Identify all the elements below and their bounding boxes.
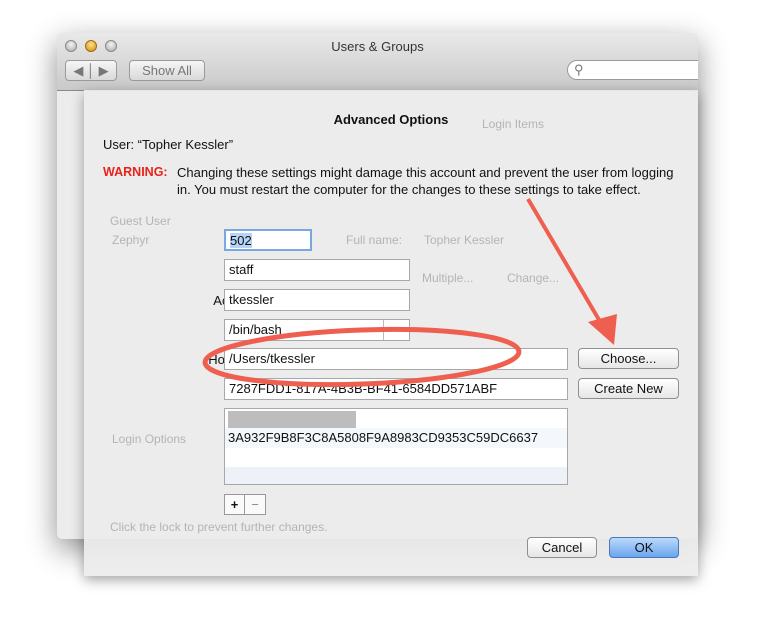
empty-row (225, 448, 567, 467)
change-button[interactable]: Change... (507, 271, 559, 285)
back-icon[interactable]: ◀ (73, 63, 83, 78)
warning-label: WARNING: (103, 165, 168, 179)
show-all-button[interactable]: Show All (129, 60, 205, 81)
login-shell-value: /bin/bash (229, 322, 282, 337)
window-title: Users & Groups (331, 39, 424, 54)
search-field[interactable]: ⚲ (567, 60, 698, 80)
ok-button[interactable]: OK (609, 537, 679, 558)
cancel-button[interactable]: Cancel (527, 537, 597, 558)
forward-icon[interactable]: ▶ (99, 63, 109, 78)
zephyr-user-item[interactable]: Zephyr (112, 233, 149, 247)
guest-user-item[interactable]: Guest User (110, 214, 171, 228)
title-bar: Users & Groups ◀ │ ▶ Show All ⚲ (57, 33, 698, 91)
create-new-button[interactable]: Create New (578, 378, 679, 399)
lock-text: Click the lock to prevent further change… (110, 520, 328, 534)
user-line: User: “Topher Kessler” (103, 137, 234, 152)
user-id-value: 502 (230, 233, 252, 248)
home-directory-input[interactable]: /Users/tkessler (224, 348, 568, 370)
empty-row (225, 467, 567, 484)
back-forward-buttons[interactable]: ◀ │ ▶ (65, 60, 117, 81)
full-name-label: Full name: (346, 233, 403, 247)
remove-alias-button[interactable]: − (245, 495, 265, 514)
aliases-list[interactable]: 3A932F9B8F3C8A5808F9A8983CD9353C59DC6637 (224, 408, 568, 485)
redacted-alias (228, 411, 356, 428)
login-options-item[interactable]: Login Options (112, 432, 186, 446)
account-name-input[interactable]: tkessler (224, 289, 410, 311)
uuid-input[interactable]: 7287FDD1-817A-4B3B-BF41-6584DD571ABF (224, 378, 568, 400)
user-id-input[interactable]: 502 (224, 229, 312, 251)
add-alias-button[interactable]: + (225, 495, 245, 514)
add-remove-control: + − (224, 494, 266, 515)
full-name-value: Topher Kessler (424, 233, 505, 247)
search-icon: ⚲ (574, 62, 584, 77)
choose-button[interactable]: Choose... (578, 348, 679, 369)
advanced-options-sheet: Login Items Full name: Topher Kessler Mu… (84, 90, 698, 576)
warning-text: Changing these settings might damage thi… (177, 165, 674, 197)
combobox-divider (383, 320, 384, 340)
sheet-title: Advanced Options (333, 112, 449, 127)
list-item[interactable]: 3A932F9B8F3C8A5808F9A8983CD9353C59DC6637 (225, 428, 567, 448)
group-input[interactable]: staff (224, 259, 410, 281)
multiple-button[interactable]: Multiple... (422, 271, 473, 285)
